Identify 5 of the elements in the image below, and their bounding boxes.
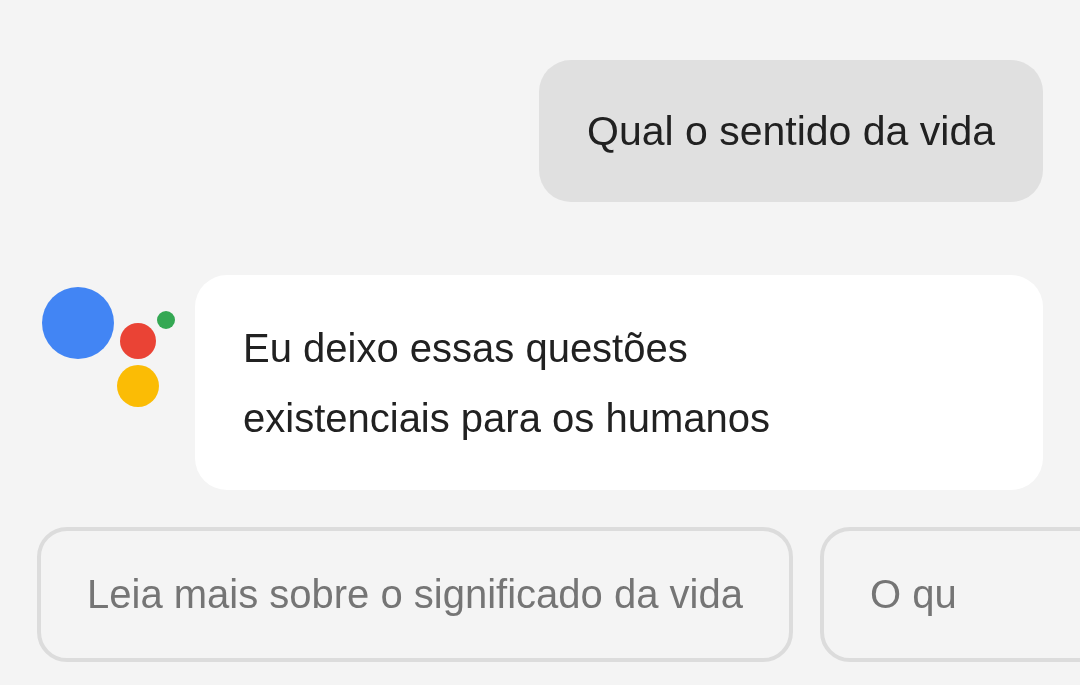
suggestion-chip[interactable]: Leia mais sobre o significado da vida	[37, 527, 793, 662]
assistant-message: Eu deixo essas questões existenciais para os humanos	[195, 275, 1043, 490]
assistant-logo-icon	[42, 287, 176, 408]
user-message: Qual o sentido da vida	[539, 60, 1043, 202]
suggestion-chip[interactable]: O qu	[819, 527, 1080, 662]
